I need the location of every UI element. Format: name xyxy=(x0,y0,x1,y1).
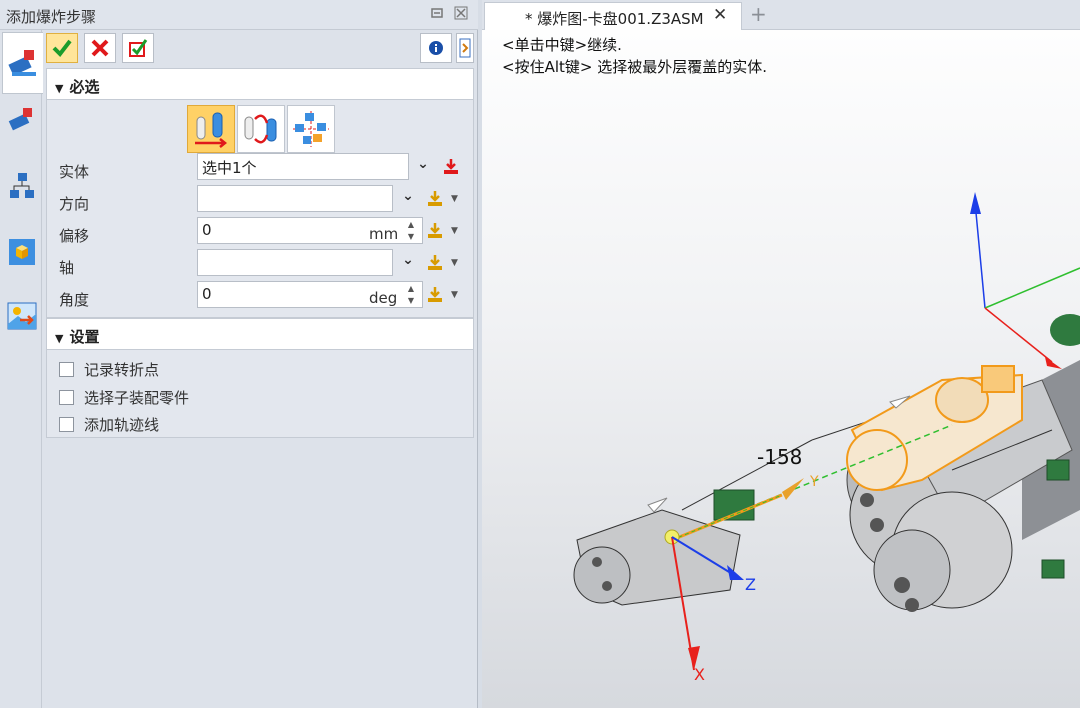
offset-label: 偏移 xyxy=(59,227,90,245)
translate-mode-button[interactable] xyxy=(187,105,235,153)
settings-section-title: 设置 xyxy=(69,328,100,346)
translate-mode-icon xyxy=(195,112,228,148)
entity-label: 实体 xyxy=(59,163,90,181)
rotate-mode-button[interactable] xyxy=(237,105,285,153)
direction-field[interactable] xyxy=(197,185,393,212)
close-icon[interactable] xyxy=(452,6,470,24)
offset-spinner[interactable]: ▲ ▼ xyxy=(405,219,417,244)
radial-mode-icon xyxy=(293,111,329,147)
confirm-icon xyxy=(52,39,72,58)
apply-button[interactable] xyxy=(122,33,154,63)
expand-button[interactable] xyxy=(456,33,474,63)
chevron-down-icon[interactable]: ⌄ xyxy=(399,252,417,268)
chevron-down-icon[interactable]: ⌄ xyxy=(414,156,432,172)
info-button[interactable] xyxy=(420,33,452,63)
checkbox-label: 记录转折点 xyxy=(84,361,160,379)
angle-value: 0 xyxy=(202,285,212,303)
axis-field[interactable] xyxy=(197,249,393,276)
radial-mode-button[interactable] xyxy=(287,105,335,153)
pick-axis-icon[interactable] xyxy=(425,253,445,273)
dropdown-arrow-icon[interactable]: ▼ xyxy=(451,290,458,300)
document-tabbar: * 爆炸图-卡盘001.Z3ASM ✕ + xyxy=(482,0,1080,30)
offset-value: 0 xyxy=(202,221,212,239)
info-icon xyxy=(429,41,443,55)
pick-entity-icon[interactable] xyxy=(441,157,461,177)
dropdown-arrow-icon[interactable]: ▼ xyxy=(451,194,458,204)
required-section: ▼ 必选 实体 选中1个 ⌄ 方向 ⌄ ▼ 偏移 0 mm ▲ ▼ ▼ 轴 ⌄ … xyxy=(46,68,474,318)
y-axis-label: Y xyxy=(809,474,819,490)
z-axis-label: Z xyxy=(745,575,756,594)
select-subassembly-parts-checkbox[interactable]: 选择子装配零件 xyxy=(59,387,189,408)
pick-direction-icon[interactable] xyxy=(425,189,445,209)
pick-offset-icon[interactable] xyxy=(425,221,445,241)
y-axis-arrow xyxy=(782,478,804,500)
record-turning-point-checkbox[interactable]: 记录转折点 xyxy=(59,359,159,380)
required-section-header[interactable]: ▼ 必选 xyxy=(47,69,473,100)
checkbox-box[interactable] xyxy=(59,417,74,432)
checkbox-box[interactable] xyxy=(59,362,74,377)
view-cube-icon[interactable] xyxy=(4,234,40,270)
image-export-icon[interactable] xyxy=(4,298,40,334)
explode-step-panel: 添加爆炸步骤 ▼ 必选 实体 选中1个 ⌄ 方向 ⌄ ▼ 偏移 0 mm ▲ ▼… xyxy=(0,0,478,708)
angle-unit: deg xyxy=(369,289,398,307)
assembly-scene[interactable]: -158 Y X Z xyxy=(482,30,1080,708)
add-trail-line-checkbox[interactable]: 添加轨迹线 xyxy=(59,414,159,435)
apply-icon xyxy=(129,39,148,57)
dropdown-arrow-icon[interactable]: ▼ xyxy=(451,226,458,236)
collapse-triangle-icon: ▼ xyxy=(55,332,64,345)
cancel-icon xyxy=(91,39,109,57)
expand-icon xyxy=(459,38,471,58)
pick-angle-icon[interactable] xyxy=(425,285,445,305)
confirm-button[interactable] xyxy=(46,33,78,63)
hierarchy-icon[interactable] xyxy=(4,168,40,204)
trail-marker xyxy=(647,497,668,513)
dimension-value: -158 xyxy=(757,445,802,469)
entity-field[interactable]: 选中1个 xyxy=(197,153,409,180)
angle-spinner[interactable]: ▲ ▼ xyxy=(405,283,417,308)
required-section-title: 必选 xyxy=(69,78,100,96)
tab-close-icon[interactable]: ✕ xyxy=(713,5,727,25)
panel-title: 添加爆炸步骤 xyxy=(6,8,97,26)
document-tab-label: * 爆炸图-卡盘001.Z3ASM xyxy=(525,10,704,28)
dropdown-arrow-icon[interactable]: ▼ xyxy=(451,258,458,268)
axis-label: 轴 xyxy=(59,259,75,277)
restore-icon[interactable] xyxy=(428,6,446,24)
offset-unit: mm xyxy=(369,225,399,243)
direction-label: 方向 xyxy=(59,195,90,213)
graphics-viewport[interactable]: * 爆炸图-卡盘001.Z3ASM ✕ + <单击中键>继续. <按住Alt键>… xyxy=(482,0,1080,708)
explode-edit-icon[interactable] xyxy=(4,102,40,138)
document-tab[interactable]: * 爆炸图-卡盘001.Z3ASM ✕ xyxy=(484,2,742,30)
checkbox-label: 选择子装配零件 xyxy=(84,389,190,407)
checkbox-label: 添加轨迹线 xyxy=(84,416,160,434)
action-toolbar xyxy=(46,32,474,64)
cancel-button[interactable] xyxy=(84,33,116,63)
chevron-down-icon[interactable]: ⌄ xyxy=(399,188,417,204)
panel-content: ▼ 必选 实体 选中1个 ⌄ 方向 ⌄ ▼ 偏移 0 mm ▲ ▼ ▼ 轴 ⌄ … xyxy=(44,30,476,708)
collapse-triangle-icon: ▼ xyxy=(55,82,64,95)
angle-label: 角度 xyxy=(59,291,90,309)
add-tab-icon[interactable]: + xyxy=(750,2,767,26)
panel-titlebar: 添加爆炸步骤 xyxy=(0,0,478,30)
settings-section: ▼ 设置 记录转折点 选择子装配零件 添加轨迹线 xyxy=(46,318,474,438)
checkbox-box[interactable] xyxy=(59,390,74,405)
settings-section-header[interactable]: ▼ 设置 xyxy=(47,319,473,350)
side-tab-strip xyxy=(0,30,43,708)
x-axis-label: X xyxy=(694,665,705,684)
explode-step-icon[interactable] xyxy=(2,32,43,94)
rotate-mode-icon xyxy=(244,114,277,144)
